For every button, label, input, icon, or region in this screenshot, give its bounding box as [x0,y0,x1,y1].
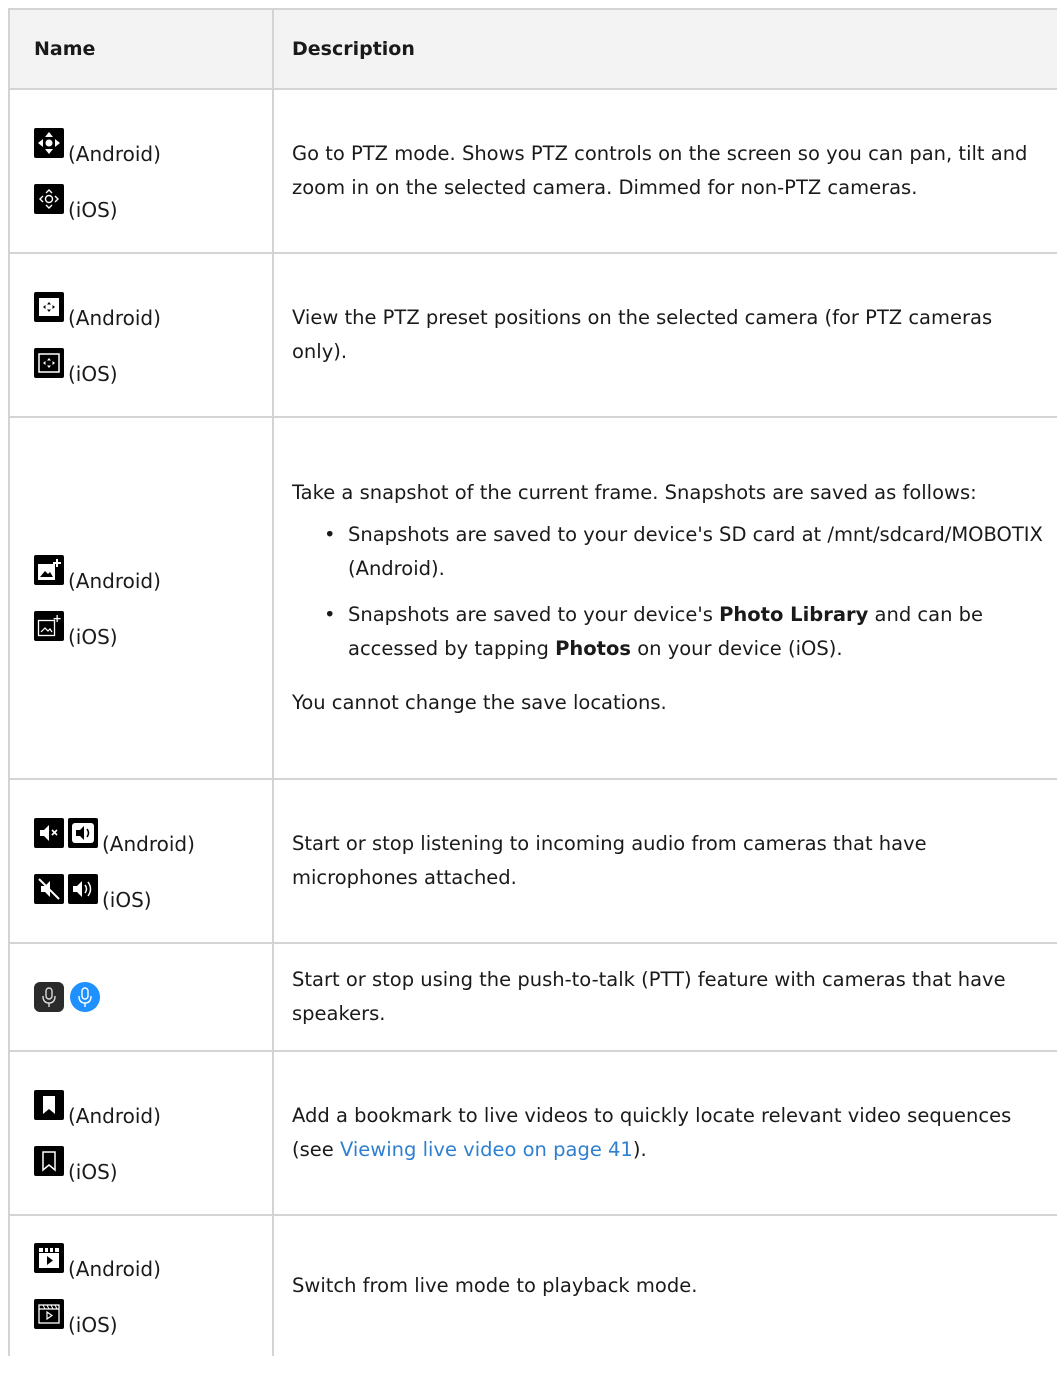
table-row: (Android) (iOS) Add a bookmark to live v… [10,1052,1057,1216]
platform-label: (Android) [102,832,195,856]
ptz-move-icon [34,128,64,158]
description-text: Start or stop using the push-to-talk (PT… [292,968,1006,1025]
table-row: (Android) (iOS) Start or stop listening … [10,780,1057,944]
description-text: View the PTZ preset positions on the sel… [292,306,993,363]
bullet-text: on your device (iOS). [631,637,843,660]
platform-label: (iOS) [68,1160,118,1184]
description-cell: Start or stop listening to incoming audi… [274,780,1057,942]
table-row: (Android) (iOS) Go to PTZ mode. Shows PT… [10,90,1057,254]
description-cell: Add a bookmark to live videos to quickly… [274,1052,1057,1214]
header-description: Description [292,38,415,60]
list-item: Snapshots are saved to your device's SD … [324,518,1053,586]
android-entry: (Android) [34,292,272,328]
bookmark-icon [34,1090,64,1120]
platform-label: (Android) [68,306,161,330]
description-text: Add a bookmark to live videos to quickly… [292,1099,1053,1167]
bold-term: Photo Library [719,603,869,626]
header-name: Name [10,10,274,88]
ptz-preset-outline-icon [34,348,64,378]
android-entry: (Android) [34,1090,272,1126]
platform-label: (iOS) [68,625,118,649]
ios-entry: (iOS) [34,184,272,220]
description-text: Go to PTZ mode. Shows PTZ controls on th… [292,142,1028,199]
bullet-list: Snapshots are saved to your device's SD … [324,518,1053,678]
description-text: Start or stop listening to incoming audi… [292,832,927,889]
platform-label: (iOS) [68,362,118,386]
speaker-on-icon [68,874,98,904]
description-text-part: ). [632,1138,647,1161]
table-header: Name Description [10,8,1057,90]
description-intro: Take a snapshot of the current frame. Sn… [292,481,977,504]
name-cell: (Android) (iOS) [10,1216,274,1356]
platform-label: (Android) [68,142,161,166]
description-cell: Switch from live mode to playback mode. [274,1216,1057,1356]
table-row: (Android) (iOS) Switch from live mode to… [10,1216,1057,1356]
name-cell: (Android) (iOS) [10,254,274,416]
name-cell [10,944,274,1050]
bullet-text: Snapshots are saved to your device's SD … [348,523,1043,580]
platform-label: (iOS) [68,1313,118,1337]
microphone-active-icon [70,982,100,1012]
bookmark-outline-icon [34,1146,64,1176]
ios-entry: (iOS) [34,611,272,647]
controls-table: Name Description (Android) (iOS) Go to P… [8,8,1057,1356]
platform-label: (iOS) [68,198,118,222]
description-outro: You cannot change the save locations. [292,691,667,714]
table-row: Start or stop using the push-to-talk (PT… [10,944,1057,1052]
table-row: (Android) (iOS) View the PTZ preset posi… [10,254,1057,418]
platform-label: (Android) [68,1257,161,1281]
android-entry: (Android) [34,818,272,854]
android-entry: (Android) [34,555,272,591]
speaker-mute-icon [34,818,64,848]
name-cell: (Android) (iOS) [10,418,274,778]
bullet-text: Snapshots are saved to your device's [348,603,720,626]
list-item: Snapshots are saved to your device's Pho… [324,598,1053,666]
description-text: Switch from live mode to playback mode. [292,1274,698,1297]
playback-outline-icon [34,1299,64,1329]
snapshot-outline-icon [34,611,64,641]
speaker-on-icon [68,818,98,848]
ios-entry: (iOS) [34,1299,272,1335]
playback-icon [34,1243,64,1273]
bold-term: Photos [555,637,632,660]
platform-label: (iOS) [102,888,152,912]
icon-group [34,982,272,1012]
microphone-icon [34,982,64,1012]
android-entry: (Android) [34,128,272,164]
snapshot-icon [34,555,64,585]
ios-entry: (iOS) [34,1146,272,1182]
ios-entry: (iOS) [34,348,272,384]
viewing-live-video-link[interactable]: Viewing live video on page 41 [340,1138,633,1161]
name-cell: (Android) (iOS) [10,1052,274,1214]
ptz-preset-icon [34,292,64,322]
description-cell: Go to PTZ mode. Shows PTZ controls on th… [274,90,1057,252]
description-cell: View the PTZ preset positions on the sel… [274,254,1057,416]
ios-entry: (iOS) [34,874,272,910]
platform-label: (Android) [68,1104,161,1128]
platform-label: (Android) [68,569,161,593]
table-row: (Android) (iOS) Take a snapshot of the c… [10,418,1057,780]
ptz-move-outline-icon [34,184,64,214]
android-entry: (Android) [34,1243,272,1279]
name-cell: (Android) (iOS) [10,90,274,252]
description-cell: Start or stop using the push-to-talk (PT… [274,944,1057,1050]
name-cell: (Android) (iOS) [10,780,274,942]
speaker-mute-icon [34,874,64,904]
description-cell: Take a snapshot of the current frame. Sn… [274,418,1057,778]
